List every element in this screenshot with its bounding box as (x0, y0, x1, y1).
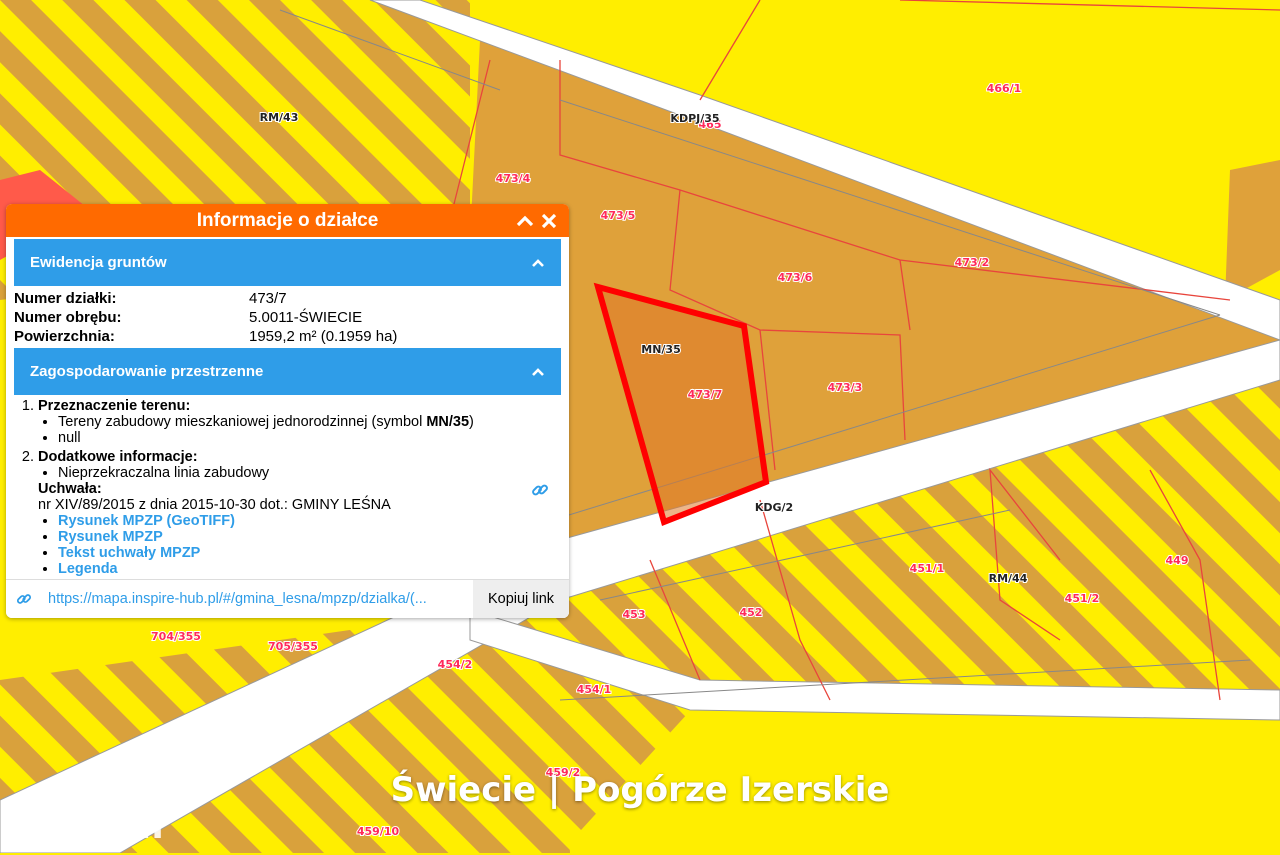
parcel-info-popup: Informacje o działce Ewidencja gruntów N… (6, 204, 569, 618)
section-zagospodarowanie-title: Zagospodarowanie przestrzenne (30, 363, 264, 380)
detail-label: Powierzchnia: (14, 328, 115, 345)
parcel-label: 454/2 (438, 658, 473, 671)
chevron-up-icon (532, 367, 544, 376)
collapse-button[interactable] (515, 211, 535, 231)
detail-label: Numer obrębu: (14, 309, 122, 326)
detail-value: 1959,2 m² (0.1959 ha) (249, 328, 398, 345)
parcel-label: 473/6 (778, 271, 813, 284)
parcel-label: 451/2 (1065, 592, 1100, 605)
parcel-label: 452 (740, 606, 763, 619)
parcel-label: 704/355 (151, 630, 201, 643)
zone-label: RM/44 (989, 572, 1028, 585)
zoning-item: Przeznaczenie terenu: Tereny zabudowy mi… (38, 398, 561, 446)
zoning-text: Tereny zabudowy mieszkaniowej jednorodzi… (58, 414, 427, 430)
zoning-bullet: Nieprzekraczalna linia zabudowy (58, 465, 561, 481)
zoning-bullet: Tereny zabudowy mieszkaniowej jednorodzi… (58, 414, 561, 430)
parcel-label: 451/1 (910, 562, 945, 575)
detail-value: 473/7 (249, 290, 287, 307)
share-link-icon-wrap (6, 591, 42, 607)
zoning-symbol: MN/35 (426, 414, 470, 430)
zoning-item: Dodatkowe informacje: Nieprzekraczalna l… (38, 449, 561, 577)
parcel-label: 473/2 (955, 256, 990, 269)
parcel-label: 705/355 (268, 640, 318, 653)
zone-label: RM/43 (260, 111, 299, 124)
location-caption: Świecie | Pogórze Izerskie (390, 770, 890, 810)
section-ewidencja[interactable]: Ewidencja gruntów (14, 239, 561, 286)
watermark-logo: otodom (14, 806, 194, 855)
zoning-item-title: Przeznaczenie terenu: (38, 398, 191, 414)
zoning-text-end: ) (469, 414, 474, 430)
detail-label: Numer działki: (14, 290, 117, 307)
share-url[interactable]: https://mapa.inspire-hub.pl/#/gmina_lesn… (42, 591, 473, 607)
document-link-item: Rysunek MPZP (58, 529, 561, 545)
chevron-up-icon (516, 215, 534, 226)
parcel-label: 473/4 (496, 172, 531, 185)
uchwala-label: Uchwała: (38, 481, 102, 497)
section-zagospodarowanie[interactable]: Zagospodarowanie przestrzenne (14, 348, 561, 395)
share-link-bar: https://mapa.inspire-hub.pl/#/gmina_lesn… (6, 579, 569, 618)
section-ewidencja-title: Ewidencja gruntów (30, 254, 167, 271)
popup-header: Informacje o działce (6, 204, 569, 237)
close-icon (541, 213, 557, 228)
document-link-item: Tekst uchwały MPZP (58, 545, 561, 561)
link-tekst-uchwaly[interactable]: Tekst uchwały MPZP (58, 545, 200, 561)
close-button[interactable] (539, 211, 559, 231)
uchwala-link-button[interactable] (531, 481, 549, 499)
parcel-label: 453 (623, 608, 646, 621)
otodom-logo: otodom (14, 806, 164, 847)
zoning-item-title: Dodatkowe informacje: (38, 449, 198, 465)
document-link-item: Rysunek MPZP (GeoTIFF) (58, 513, 561, 529)
link-rysunek-geotiff[interactable]: Rysunek MPZP (GeoTIFF) (58, 513, 235, 529)
svg-text:otodom: otodom (14, 806, 163, 846)
popup-title: Informacje o działce (196, 210, 379, 231)
parcel-label: 473/7 (688, 388, 723, 401)
zoning-details: Przeznaczenie terenu: Tereny zabudowy mi… (6, 395, 569, 577)
detail-row: Powierzchnia: 1959,2 m² (0.1959 ha) (14, 327, 561, 346)
link-rysunek[interactable]: Rysunek MPZP (58, 529, 163, 545)
link-icon (16, 594, 32, 604)
parcel-label: 454/1 (577, 683, 612, 696)
parcel-label: 473/3 (828, 381, 863, 394)
parcel-label: 449 (1166, 554, 1189, 567)
copy-link-button[interactable]: Kopiuj link (473, 580, 569, 618)
parcel-label: 459/10 (357, 825, 400, 838)
zone-label: MN/35 (641, 343, 680, 356)
document-link-item: Legenda (58, 561, 561, 577)
zone-label: KDPJ/35 (670, 112, 719, 125)
uchwala-text: nr XIV/89/2015 z dnia 2015-10-30 dot.: G… (38, 497, 391, 513)
zoning-bullet: null (58, 430, 561, 446)
zone-label: KDG/2 (755, 501, 793, 514)
link-icon (532, 484, 548, 496)
link-legenda[interactable]: Legenda (58, 561, 118, 577)
detail-row: Numer obrębu: 5.0011-ŚWIECIE (14, 308, 561, 327)
chevron-up-icon (532, 258, 544, 267)
parcel-label: 473/5 (601, 209, 636, 222)
detail-value: 5.0011-ŚWIECIE (249, 309, 363, 326)
parcel-label: 466/1 (987, 82, 1022, 95)
detail-row: Numer działki: 473/7 (14, 289, 561, 308)
parcel-details: Numer działki: 473/7 Numer obrębu: 5.001… (6, 286, 569, 346)
